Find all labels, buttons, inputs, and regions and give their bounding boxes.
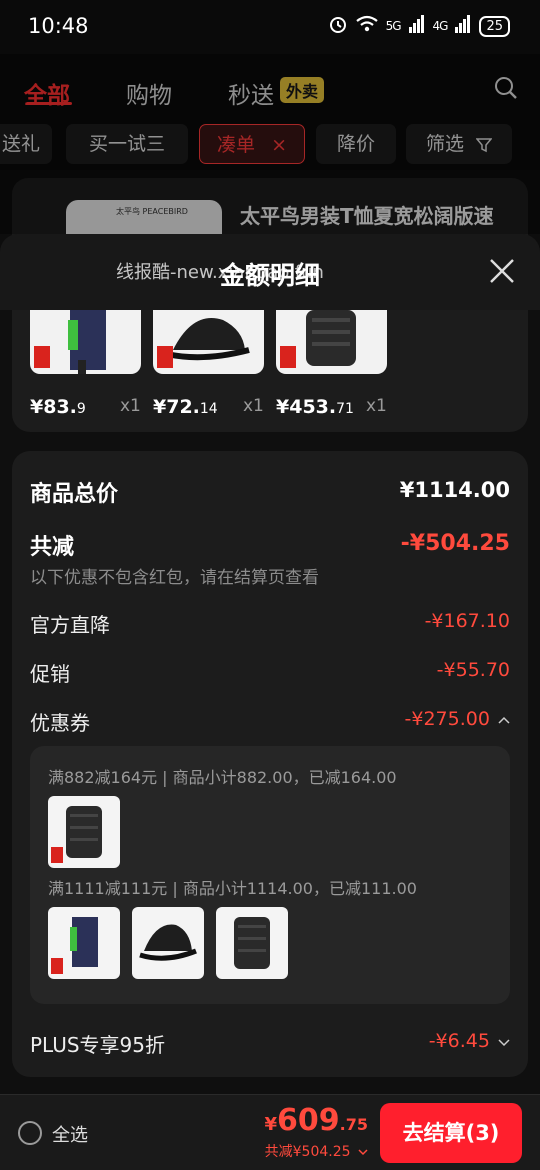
product-thumbnail[interactable] <box>276 310 387 374</box>
alarm-icon <box>328 14 348 38</box>
price-main: ¥72. <box>153 396 200 418</box>
price-detail-card: 商品总价 ¥1114.00 共减 -¥504.25 以下优惠不包含红包，请在结算… <box>12 451 528 1077</box>
products-card: ¥83.9 x1 ¥72.14 x1 ¥453.71 x1 <box>12 310 528 432</box>
promo-tag <box>34 346 50 368</box>
price-decimal: 9 <box>76 401 86 417</box>
price-decimal: 71 <box>336 401 354 417</box>
watermark-text: 线报酷-new.xianbao.fun <box>116 262 324 283</box>
signal-5g-label: 5G <box>385 19 402 33</box>
promo-tag <box>280 346 296 368</box>
coupon-rule-1: 满882减164元 | 商品小计882.00，已减164.00 <box>48 768 397 787</box>
amount-detail-sheet: ¥83.9 x1 ¥72.14 x1 ¥453.71 x1 金额明细 线报酷-n… <box>0 234 540 1170</box>
product-qty: x1 <box>366 396 387 416</box>
plus-discount-value: -¥6.45 <box>428 1030 490 1052</box>
price-main: ¥83. <box>30 396 77 418</box>
reduction-note: 以下优惠不包含红包，请在结算页查看 <box>30 568 319 588</box>
promo-tag <box>51 847 63 863</box>
checkout-bar: 全选 ¥609.75 共减¥504.25 去结算(3) <box>0 1094 540 1170</box>
coupon-label: 优惠券 <box>30 711 90 735</box>
coupon-product-thumbnail <box>48 907 120 979</box>
total-reduction-label: 共减 <box>30 535 75 560</box>
promo-tag <box>157 346 173 368</box>
currency-symbol: ¥ <box>264 1114 278 1135</box>
promotion-value: -¥55.70 <box>436 659 510 681</box>
status-time: 10:48 <box>28 14 89 38</box>
select-all-label[interactable]: 全选 <box>52 1121 88 1147</box>
coupon-rule-2: 满1111减111元 | 商品小计1114.00，已减111.00 <box>48 879 417 898</box>
wifi-icon <box>355 15 378 37</box>
coupon-product-thumbnail <box>216 907 288 979</box>
checkout-button[interactable]: 去结算(3) <box>380 1103 522 1163</box>
chevron-down-icon <box>498 1038 510 1046</box>
battery-indicator: 25 <box>479 15 510 37</box>
saved-amount-toggle[interactable]: 共减¥504.25 <box>265 1141 368 1161</box>
price-decimal: 14 <box>199 401 218 417</box>
total-decimal: .75 <box>339 1115 368 1134</box>
status-bar: 10:48 5G 4G 25 <box>0 0 540 54</box>
promotion-label: 促销 <box>30 662 70 686</box>
chevron-up-icon <box>498 716 510 724</box>
product-qty: x1 <box>120 396 141 416</box>
status-icons: 5G 4G 25 <box>328 14 510 38</box>
product-thumbnail[interactable] <box>153 310 264 374</box>
product-qty: x1 <box>243 396 264 416</box>
close-icon[interactable] <box>488 257 516 285</box>
official-discount-value: -¥167.10 <box>424 610 510 632</box>
plus-discount-label: PLUS专享95折 <box>30 1033 165 1057</box>
coupon-product-thumbnail <box>48 796 120 868</box>
coupon-value: -¥275.00 <box>404 708 490 730</box>
product-price: ¥83.9 <box>30 396 86 418</box>
total-amount: ¥609.75 <box>265 1103 369 1138</box>
coupon-toggle[interactable]: -¥275.00 <box>405 708 510 730</box>
signal-4g-label: 4G <box>432 19 449 33</box>
dim-overlay <box>0 54 540 234</box>
select-all-radio[interactable] <box>18 1121 42 1145</box>
product-price: ¥72.14 <box>153 396 218 418</box>
total-integer: 609 <box>277 1103 340 1138</box>
saved-amount: 共减¥504.25 <box>264 1144 351 1160</box>
sheet-header: 金额明细 线报酷-new.xianbao.fun <box>0 234 540 310</box>
price-main: ¥453. <box>276 396 337 418</box>
official-discount-label: 官方直降 <box>30 613 110 637</box>
coupon-product-thumbnail <box>132 907 204 979</box>
signal-bars-icon <box>455 15 471 37</box>
total-price-value: ¥1114.00 <box>399 478 510 502</box>
chevron-down-icon <box>358 1149 368 1156</box>
signal-bars-icon <box>408 15 425 37</box>
product-price: ¥453.71 <box>276 396 354 418</box>
plus-discount-toggle[interactable]: -¥6.45 <box>429 1030 510 1052</box>
promo-tag <box>51 958 63 974</box>
coupon-detail-box: 满882减164元 | 商品小计882.00，已减164.00 满1111减11… <box>30 746 510 1004</box>
total-reduction-value: -¥504.25 <box>400 531 510 556</box>
total-price-label: 商品总价 <box>30 482 119 507</box>
product-thumbnail[interactable] <box>30 310 141 374</box>
